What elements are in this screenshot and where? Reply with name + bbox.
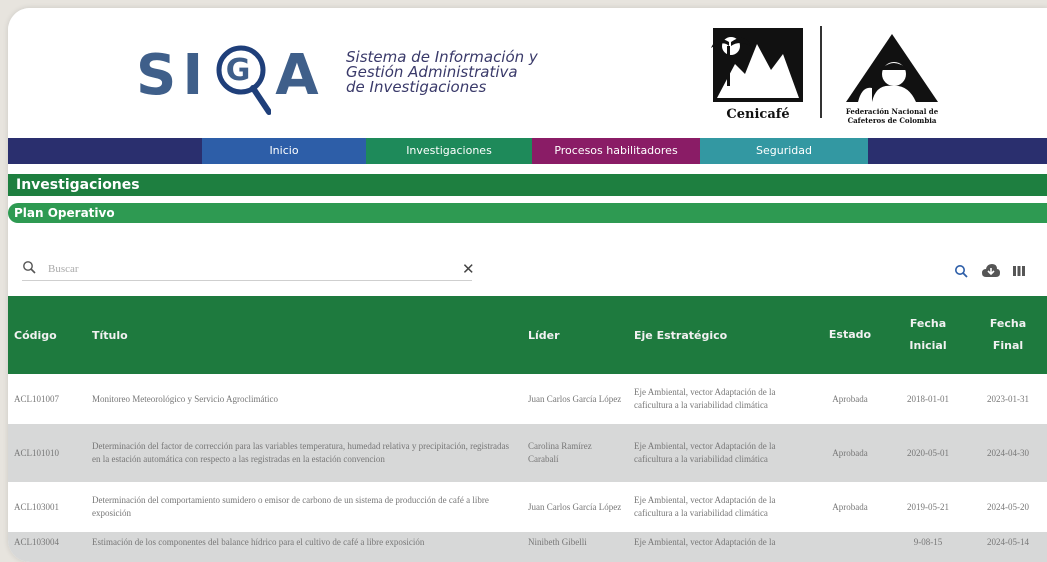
cell-codigo: ACL101007 bbox=[8, 374, 86, 424]
search-input[interactable] bbox=[46, 258, 430, 280]
divider bbox=[820, 26, 822, 118]
cell-titulo: Monitoreo Meteorológico y Servicio Agroc… bbox=[86, 374, 522, 424]
cell-fecha-final: 2024-04-30 bbox=[968, 424, 1047, 482]
nav-item-investigaciones[interactable]: Investigaciones bbox=[366, 138, 532, 164]
cell-estado: Aprobada bbox=[812, 482, 888, 532]
column-header-fecha-final[interactable]: Fecha Final bbox=[968, 296, 1047, 374]
section-title-bar: Investigaciones bbox=[8, 174, 1047, 196]
cell-estado: Aprobada bbox=[812, 374, 888, 424]
nav-item-procesos-habilitadores[interactable]: Procesos habilitadores bbox=[532, 138, 700, 164]
subsection-title: Plan Operativo bbox=[14, 206, 115, 220]
cell-fecha-inicial: 2018-01-01 bbox=[888, 374, 968, 424]
cell-titulo: Estimación de los componentes del balanc… bbox=[86, 532, 522, 562]
cell-estado: Aprobada bbox=[812, 424, 888, 482]
table-row[interactable]: ACL101007 Monitoreo Meteorológico y Serv… bbox=[8, 374, 1047, 424]
siga-logo[interactable]: S I G A bbox=[136, 36, 325, 116]
table-row[interactable]: ACL103004 Estimación de los componentes … bbox=[8, 532, 1047, 562]
cell-codigo: ACL103004 bbox=[8, 532, 86, 562]
table-toolbar bbox=[948, 264, 1038, 284]
cell-eje: Eje Ambiental, vector Adaptación de la c… bbox=[628, 374, 812, 424]
cenicafe-label: Cenicafé bbox=[726, 107, 789, 122]
search-icon bbox=[22, 260, 36, 274]
column-header-estado[interactable]: Estado bbox=[812, 296, 888, 374]
cell-eje: Eje Ambiental, vector Adaptación de la c… bbox=[628, 424, 812, 482]
cell-fecha-final: 2023-01-31 bbox=[968, 374, 1047, 424]
cell-fecha-final: 2024-05-20 bbox=[968, 482, 1047, 532]
tagline: Sistema de Información y Gestión Adminis… bbox=[346, 50, 538, 95]
cell-lider: Juan Carlos García López bbox=[522, 482, 628, 532]
fnc-logo: Federación Nacional de Cafeteros de Colo… bbox=[836, 30, 948, 128]
tagline-line: de Investigaciones bbox=[346, 78, 487, 96]
logo-letter: G bbox=[226, 53, 257, 88]
section-title: Investigaciones bbox=[16, 177, 140, 193]
magnifier-logo-icon: G bbox=[213, 36, 273, 116]
cell-codigo: ACL101010 bbox=[8, 424, 86, 482]
cell-codigo: ACL103001 bbox=[8, 482, 86, 532]
table-row[interactable]: ACL101010 Determinación del factor de co… bbox=[8, 424, 1047, 482]
subsection-bar[interactable]: Plan Operativo bbox=[8, 203, 1047, 223]
cell-fecha-inicial: 9-08-15 bbox=[888, 532, 968, 562]
logo-letter: S bbox=[136, 43, 183, 108]
fnc-label-line: Federación Nacional de bbox=[846, 107, 939, 116]
cell-lider: Juan Carlos García López bbox=[522, 374, 628, 424]
cell-titulo: Determinación del factor de corrección p… bbox=[86, 424, 522, 482]
nav-item-inicio[interactable]: Inicio bbox=[202, 138, 366, 164]
main-nav: Inicio Investigaciones Procesos habilita… bbox=[8, 138, 1047, 164]
cloud-download-icon[interactable] bbox=[982, 264, 1000, 283]
column-header-fecha-inicial[interactable]: Fecha Inicial bbox=[888, 296, 968, 374]
column-header-eje[interactable]: Eje Estratégico bbox=[628, 296, 812, 374]
column-header-codigo[interactable]: Código bbox=[8, 296, 86, 374]
cell-eje: Eje Ambiental, vector Adaptación de la bbox=[628, 532, 812, 562]
plan-operativo-table: Código Título Líder Eje Estratégico Esta… bbox=[8, 296, 1047, 562]
cell-eje: Eje Ambiental, vector Adaptación de la c… bbox=[628, 482, 812, 532]
cell-estado bbox=[812, 532, 888, 562]
column-header-lider[interactable]: Líder bbox=[522, 296, 628, 374]
nav-item-seguridad[interactable]: Seguridad bbox=[700, 138, 868, 164]
header: S I G A Sistema de Información y Gestión… bbox=[8, 8, 1047, 138]
columns-icon[interactable] bbox=[1012, 264, 1026, 283]
cell-lider: Carolina Ramírez Carabalí bbox=[522, 424, 628, 482]
logo-letter: A bbox=[275, 43, 325, 108]
logo-letter: I bbox=[182, 43, 210, 108]
cenicafe-logo: Cenicafé bbox=[705, 24, 811, 124]
search-bar: ✕ bbox=[22, 258, 475, 281]
cell-fecha-final: 2024-05-14 bbox=[968, 532, 1047, 562]
app-window: S I G A Sistema de Información y Gestión… bbox=[8, 8, 1047, 562]
cell-fecha-inicial: 2019-05-21 bbox=[888, 482, 968, 532]
cell-lider: Ninibeth Gibelli bbox=[522, 532, 628, 562]
search-icon[interactable] bbox=[954, 264, 968, 283]
cell-titulo: Determinación del comportamiento sumider… bbox=[86, 482, 522, 532]
clear-icon[interactable]: ✕ bbox=[462, 260, 475, 278]
column-header-titulo[interactable]: Título bbox=[86, 296, 522, 374]
fnc-label-line: Cafeteros de Colombia bbox=[848, 116, 937, 125]
table-row[interactable]: ACL103001 Determinación del comportamien… bbox=[8, 482, 1047, 532]
cell-fecha-inicial: 2020-05-01 bbox=[888, 424, 968, 482]
table-header-row: Código Título Líder Eje Estratégico Esta… bbox=[8, 296, 1047, 374]
